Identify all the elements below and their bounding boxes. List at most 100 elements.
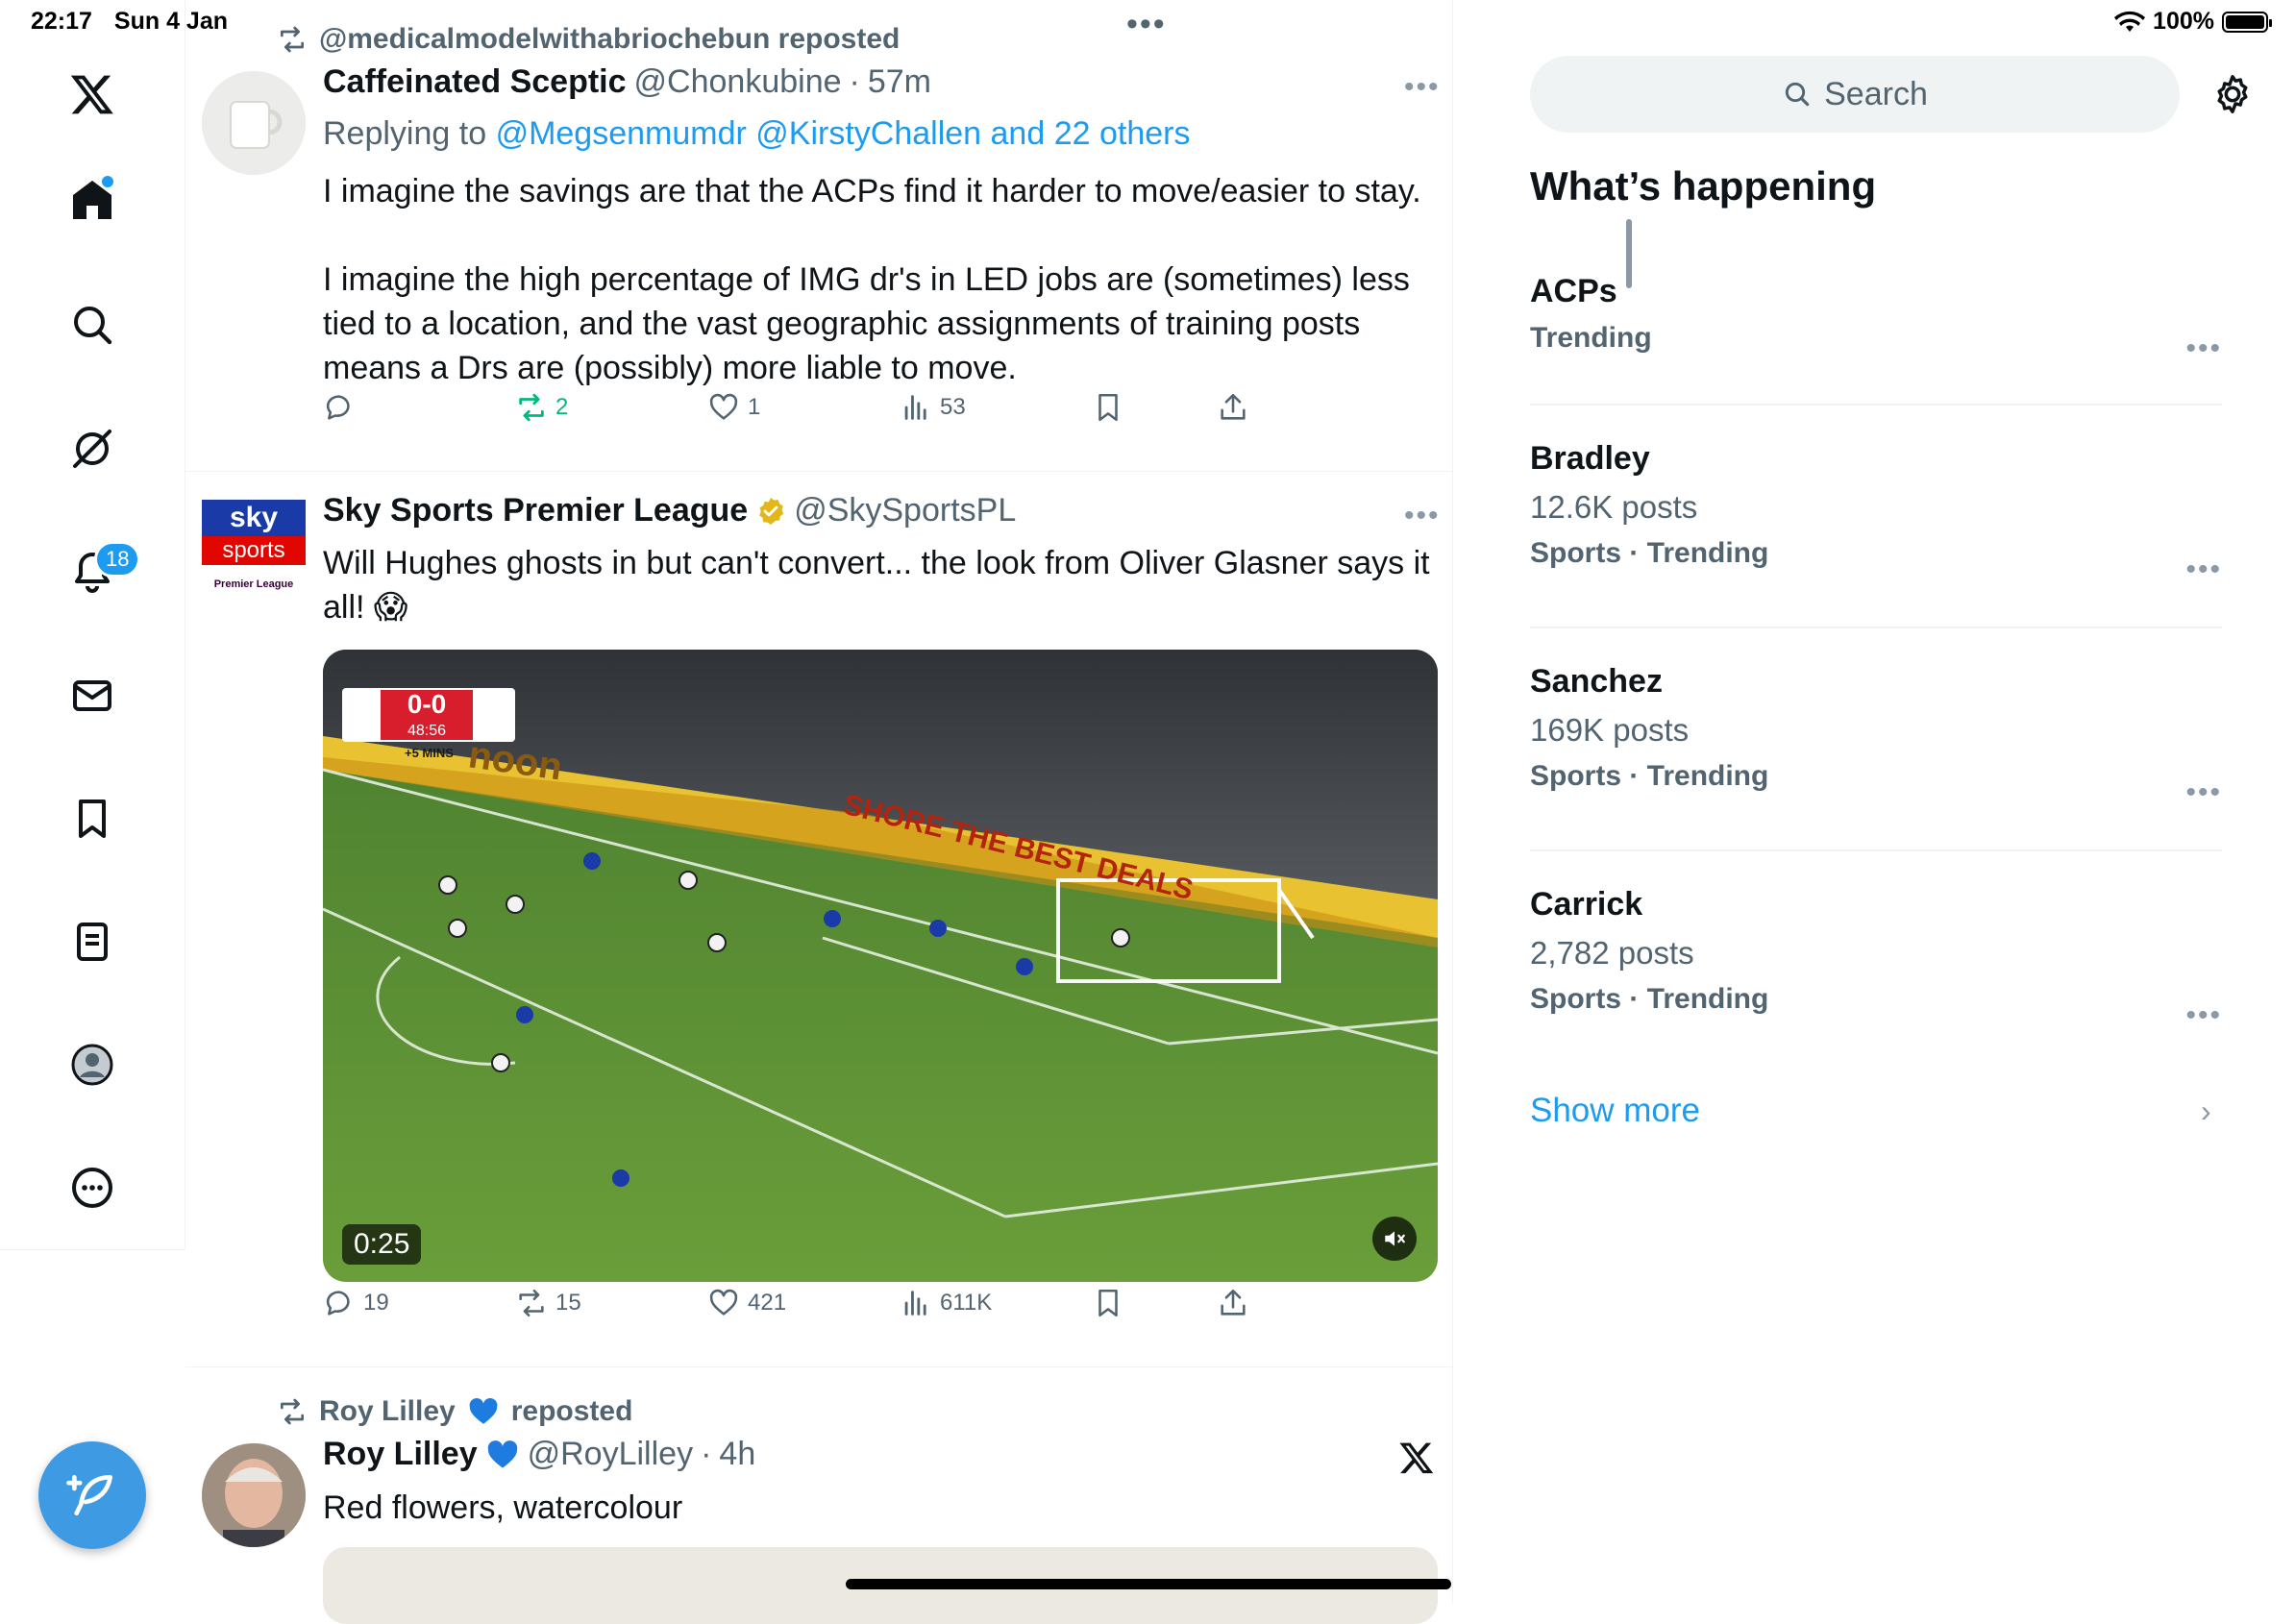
more-icon[interactable] bbox=[54, 1149, 131, 1226]
avatar[interactable] bbox=[202, 1443, 306, 1547]
bookmark-button[interactable] bbox=[1092, 391, 1124, 424]
trend-divider bbox=[1530, 627, 2222, 628]
author-handle[interactable]: @SkySportsPL bbox=[794, 492, 1016, 529]
compose-feather-icon bbox=[66, 1475, 112, 1515]
views-button[interactable]: 53 bbox=[900, 391, 966, 424]
trend-more-button[interactable]: ••• bbox=[2185, 554, 2222, 586]
views-button[interactable]: 611K bbox=[900, 1287, 992, 1319]
author-handle[interactable]: @Chonkubine bbox=[634, 63, 842, 101]
reply-count: 19 bbox=[363, 1290, 389, 1316]
x-logo-icon[interactable] bbox=[54, 56, 131, 133]
trend-more-button[interactable]: ••• bbox=[2185, 999, 2222, 1032]
repost-icon bbox=[281, 26, 304, 53]
scoreboard-added-time: +5 MINS bbox=[405, 746, 454, 760]
trend-divider bbox=[1530, 404, 2222, 406]
avatar[interactable]: sky sports Premier League bbox=[202, 500, 306, 603]
settings-button[interactable] bbox=[2210, 72, 2255, 121]
repost-context: Roy Lilley reposted bbox=[277, 1395, 632, 1428]
tweet-text: I imagine the savings are that the ACPs … bbox=[323, 169, 1438, 390]
reply-button[interactable]: 19 bbox=[323, 1287, 389, 1319]
repost-button[interactable]: 15 bbox=[515, 1287, 581, 1319]
trend-meta: Sports · Trending bbox=[1530, 760, 1769, 792]
trend-item[interactable]: ACPs Trending ••• bbox=[1530, 273, 2222, 364]
bookmark-icon bbox=[1098, 393, 1118, 422]
compose-button[interactable] bbox=[38, 1441, 146, 1549]
whats-happening-heading: What’s happening bbox=[1530, 163, 1877, 209]
tweet-more-button[interactable]: ••• bbox=[1404, 71, 1441, 104]
left-nav: 18 bbox=[0, 0, 185, 1250]
tweet-time[interactable]: 57m bbox=[868, 63, 931, 101]
avatar[interactable] bbox=[202, 71, 306, 175]
battery-icon bbox=[2222, 11, 2272, 33]
trend-item[interactable]: Sanchez 169K posts Sports · Trending ••• bbox=[1530, 663, 2222, 808]
views-count: 53 bbox=[940, 394, 966, 420]
repost-button[interactable]: 2 bbox=[515, 391, 568, 424]
trend-more-button[interactable]: ••• bbox=[2185, 332, 2222, 365]
grok-icon[interactable] bbox=[54, 410, 131, 487]
trend-title: ACPs bbox=[1530, 273, 1617, 309]
gear-icon bbox=[2217, 75, 2248, 113]
trend-title: Bradley bbox=[1530, 440, 1650, 477]
reply-button[interactable] bbox=[323, 391, 363, 424]
views-icon bbox=[904, 395, 926, 420]
repost-icon bbox=[519, 1289, 544, 1317]
share-button[interactable] bbox=[1217, 1287, 1249, 1319]
search-icon[interactable] bbox=[54, 286, 131, 363]
heart-icon bbox=[709, 1289, 738, 1316]
tweet-more-button[interactable]: ••• bbox=[1404, 500, 1441, 532]
avatar-sky-text: sky bbox=[202, 500, 306, 536]
trend-meta: Sports · Trending bbox=[1530, 537, 1769, 569]
blue-heart-icon bbox=[487, 1439, 517, 1467]
tweet-text-paragraph: I imagine the high percentage of IMG dr'… bbox=[323, 261, 1410, 386]
trend-post-count: 2,782 posts bbox=[1530, 935, 1694, 971]
trend-more-button[interactable]: ••• bbox=[2185, 776, 2222, 809]
messages-icon[interactable] bbox=[54, 657, 131, 734]
tweet-time[interactable]: 4h bbox=[719, 1436, 755, 1473]
share-button[interactable] bbox=[1217, 391, 1249, 424]
video-duration: 0:25 bbox=[342, 1224, 422, 1265]
verified-badge-icon bbox=[759, 497, 784, 525]
replying-mentions[interactable]: @Megsenmumdr @KirstyChallen and 22 other… bbox=[496, 115, 1191, 152]
profile-icon[interactable] bbox=[54, 1026, 131, 1103]
trend-title: Carrick bbox=[1530, 886, 1643, 923]
trend-meta: Trending bbox=[1530, 322, 1652, 354]
bookmark-icon bbox=[1098, 1289, 1118, 1317]
mute-button[interactable] bbox=[1372, 1217, 1417, 1261]
views-icon bbox=[904, 1291, 926, 1316]
bookmark-button[interactable] bbox=[1092, 1287, 1124, 1319]
x-logo-icon[interactable] bbox=[1398, 1439, 1435, 1481]
trend-divider bbox=[1530, 849, 2222, 851]
scoreboard-clock: 48:56 bbox=[407, 723, 446, 739]
home-icon[interactable] bbox=[54, 161, 131, 238]
trend-post-count: 12.6K posts bbox=[1530, 489, 1698, 525]
wifi-icon bbox=[2114, 11, 2146, 32]
author-name[interactable]: Roy Lilley bbox=[323, 1436, 478, 1473]
trend-item[interactable]: Bradley 12.6K posts Sports · Trending ••… bbox=[1530, 440, 2222, 585]
home-indicator[interactable] bbox=[846, 1579, 1451, 1589]
author-name[interactable]: Caffeinated Sceptic bbox=[323, 63, 627, 101]
replying-to: Replying to @Megsenmumdr @KirstyChallen … bbox=[323, 111, 1190, 156]
video-player[interactable]: 0-0 48:56 +5 MINS noon SHORE THE BEST DE… bbox=[323, 650, 1438, 1282]
like-button[interactable]: 1 bbox=[707, 391, 760, 424]
like-count: 421 bbox=[748, 1290, 787, 1316]
chevron-right-icon[interactable]: › bbox=[2201, 1094, 2211, 1129]
like-button[interactable]: 421 bbox=[707, 1287, 786, 1319]
repost-icon bbox=[519, 393, 544, 422]
reply-icon bbox=[326, 395, 350, 420]
repost-count: 15 bbox=[555, 1290, 581, 1316]
views-count: 611K bbox=[940, 1290, 993, 1316]
trend-item[interactable]: Carrick 2,782 posts Sports · Trending ••… bbox=[1530, 886, 2222, 1031]
author-handle[interactable]: @RoyLilley bbox=[528, 1436, 693, 1473]
bookmarks-icon[interactable] bbox=[54, 780, 131, 857]
heart-icon bbox=[709, 393, 738, 420]
show-more-link[interactable]: Show more bbox=[1530, 1092, 1700, 1130]
trend-post-count: 169K posts bbox=[1530, 712, 1690, 748]
search-input[interactable]: Search bbox=[1530, 56, 2180, 133]
share-icon bbox=[1221, 1289, 1246, 1316]
repost-context-label: @medicalmodelwithabriochebun reposted bbox=[319, 23, 901, 55]
football-video-frame: 0-0 48:56 +5 MINS noon SHORE THE BEST DE… bbox=[323, 650, 1438, 1282]
author-name[interactable]: Sky Sports Premier League bbox=[323, 492, 748, 529]
share-icon bbox=[1221, 393, 1246, 420]
trend-meta: Sports · Trending bbox=[1530, 983, 1769, 1015]
lists-icon[interactable] bbox=[54, 903, 131, 980]
